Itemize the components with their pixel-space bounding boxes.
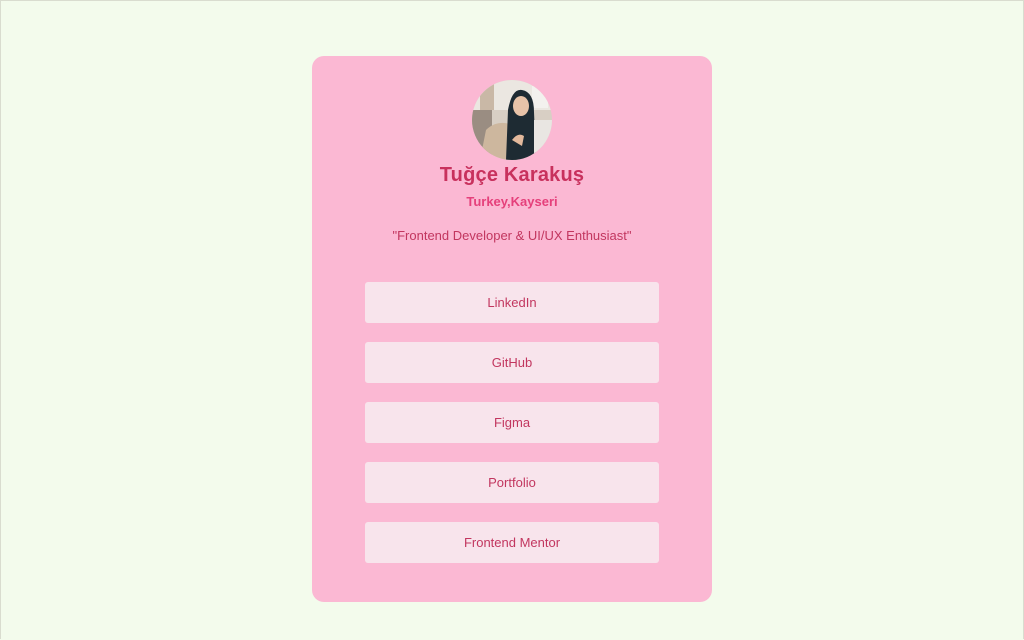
portfolio-button[interactable]: Portfolio — [365, 462, 659, 503]
avatar — [472, 80, 552, 160]
profile-tagline: "Frontend Developer & UI/UX Enthusiast" — [392, 228, 632, 243]
profile-name: Tuğçe Karakuş — [439, 164, 585, 186]
social-links: LinkedIn GitHub Figma Portfolio Frontend… — [365, 282, 659, 582]
profile-card: Tuğçe Karakuş Turkey,Kayseri "Frontend D… — [312, 56, 712, 602]
linkedin-button[interactable]: LinkedIn — [365, 282, 659, 323]
frontend-mentor-button[interactable]: Frontend Mentor — [365, 522, 659, 563]
profile-location: Turkey,Kayseri — [466, 194, 558, 209]
github-button[interactable]: GitHub — [365, 342, 659, 383]
avatar-photo — [472, 80, 552, 160]
figma-button[interactable]: Figma — [365, 402, 659, 443]
